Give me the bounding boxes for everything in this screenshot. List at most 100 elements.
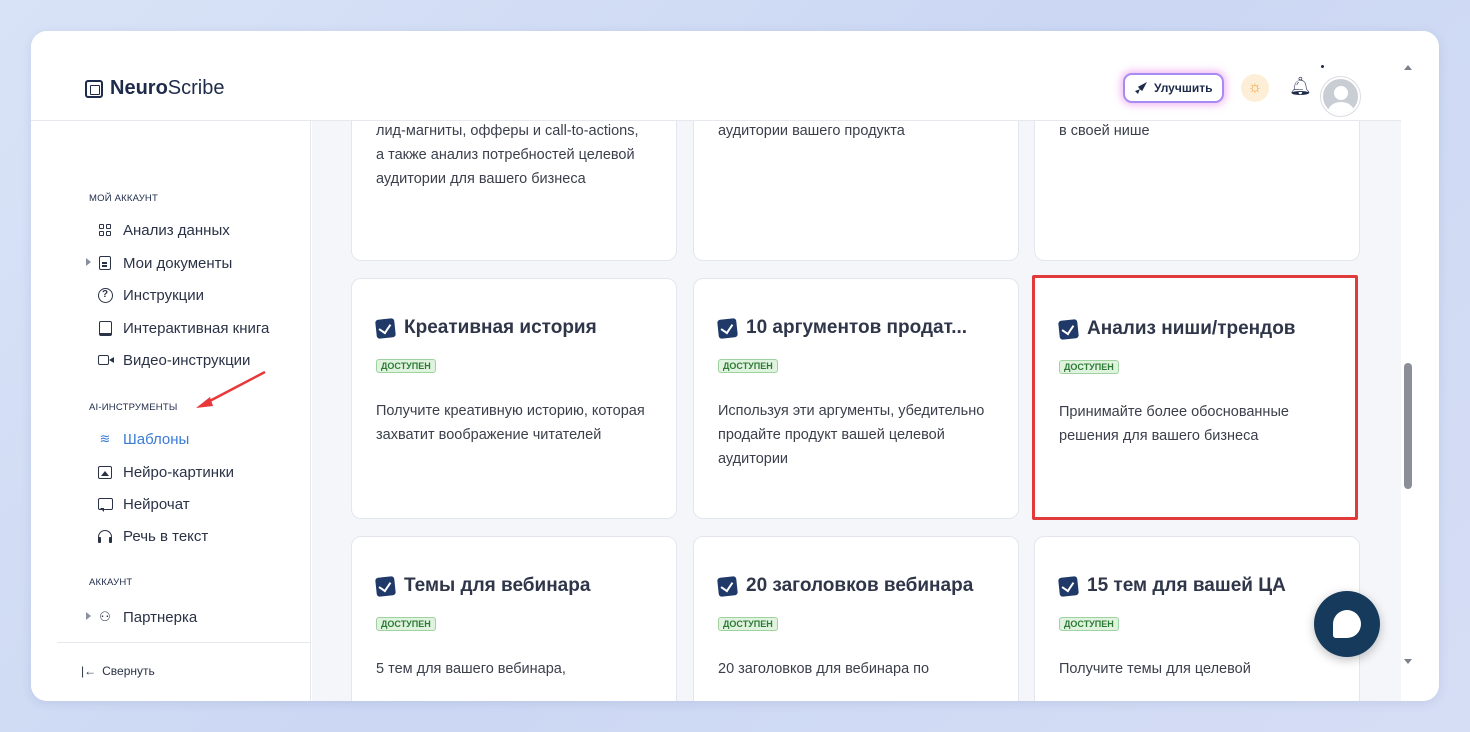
template-card[interactable]: 10 аргументов продат... ДОСТУПЕН Использ… [693,278,1019,519]
sidebar-divider [57,642,311,643]
card-description: 5 тем для вашего вебинара, [376,661,566,677]
card-title: 10 аргументов продат... [717,317,968,339]
sidebar-item-my-documents[interactable]: Мои документы [97,252,232,274]
sidebar-item-label: Речь в текст [123,527,209,545]
scroll-thumb[interactable] [1404,363,1412,489]
scroll-up-arrow-icon[interactable] [1404,65,1412,70]
layers-icon: ≋ [99,431,111,446]
card-title-text: 20 заголовков вебинара [746,575,974,596]
headset-icon [97,528,113,544]
sidebar-item-label: Инструкции [123,286,205,304]
grid-icon [97,222,113,238]
logo-icon [85,79,103,98]
image-icon [97,464,113,480]
status-badge: ДОСТУПЕН [376,617,436,631]
card-description: Получите темы для целевой [1059,661,1251,677]
card-description: в своей нише [1059,123,1150,139]
rocket-icon [1135,82,1147,94]
card-title-text: Темы для вебинара [404,575,591,596]
sidebar-item-neurochat[interactable]: Нейрочат [97,493,190,515]
sidebar-item-neuro-images[interactable]: Нейро-картинки [97,461,234,483]
sidebar-item-label: Видео-инструкции [123,351,251,369]
chat-icon [97,496,113,512]
section-title-account: АККАУНТ [89,577,133,588]
top-header: NeuroScribe Улучшить ☼ 🔔︎ [31,31,1401,121]
sun-icon: ☼ [1247,79,1263,96]
notification-dot [1321,65,1324,68]
card-description: 20 заголовков для вебинара по [718,661,930,677]
logo-bold: Neuro [110,77,168,99]
sidebar-item-partner[interactable]: ⚇ Партнерка [97,606,197,628]
sidebar-item-label: Нейро-картинки [123,463,234,481]
template-card[interactable]: лид-магниты, офферы и call-to-actions, а… [351,121,677,261]
logo[interactable]: NeuroScribe [85,77,225,100]
template-card[interactable]: Темы для вебинара ДОСТУПЕН 5 тем для ваш… [351,536,677,701]
status-badge: ДОСТУПЕН [718,359,778,373]
chat-widget-button[interactable] [1314,591,1380,657]
status-badge: ДОСТУПЕН [718,617,778,631]
card-title: Темы для вебинара [375,575,591,597]
caret-right-icon[interactable] [86,612,91,620]
collapse-arrow-icon: |← [81,664,97,678]
section-title-my-account: МОЙ АККАУНТ [89,193,158,204]
bell-icon[interactable]: 🔔︎ [1289,75,1312,97]
sidebar-item-label: Мои документы [123,254,233,272]
card-title-text: 10 аргументов продат... [746,317,968,338]
caret-right-icon[interactable] [86,258,91,266]
sidebar-item-data-analysis[interactable]: Анализ данных [97,219,230,241]
template-card[interactable]: 15 тем для вашей ЦА ДОСТУПЕН Получите те… [1034,536,1360,701]
checkbox-icon [717,317,738,339]
template-card-highlighted[interactable]: Анализ ниши/трендов ДОСТУПЕН Принимайте … [1032,275,1358,520]
checkbox-icon [1058,575,1079,597]
sidebar-item-label: Анализ данных [123,221,230,239]
template-card[interactable]: аудитории вашего продукта [693,121,1019,261]
sidebar-item-interactive-book[interactable]: Интерактивная книга [97,317,269,339]
card-description: Используя эти аргументы, убедительно про… [718,403,985,467]
checkbox-icon [375,575,396,597]
upgrade-label: Улучшить [1154,81,1213,95]
sidebar-item-templates[interactable]: ≋ Шаблоны [97,428,190,450]
card-title-text: 15 тем для вашей ЦА [1087,575,1286,596]
upgrade-button[interactable]: Улучшить [1123,73,1225,103]
users-icon: ⚇ [99,609,111,624]
checkbox-icon [375,317,396,339]
status-badge: ДОСТУПЕН [1059,617,1119,631]
sidebar-item-video-instructions[interactable]: Видео-инструкции [97,349,250,371]
collapse-button[interactable]: |← Свернуть [81,664,155,678]
checkbox-icon [717,575,738,597]
templates-grid: лид-магниты, офферы и call-to-actions, а… [312,121,1401,701]
checkbox-icon [1058,318,1079,340]
card-description: лид-магниты, офферы и call-to-actions, а… [376,123,639,187]
card-title: Анализ ниши/трендов [1058,318,1296,340]
sidebar-item-label: Шаблоны [123,430,190,448]
card-description: Принимайте более обоснованные решения дл… [1059,404,1289,444]
section-title-ai-tools: AI-ИНСТРУМЕНТЫ [89,402,178,413]
sidebar-item-instructions[interactable]: ? Инструкции [97,284,204,306]
template-card[interactable]: Креативная история ДОСТУПЕН Получите кре… [351,278,677,519]
avatar[interactable] [1321,77,1360,116]
card-description: аудитории вашего продукта [718,123,905,139]
scroll-down-arrow-icon[interactable] [1404,659,1412,664]
book-icon [97,320,113,336]
template-card[interactable]: 20 заголовков вебинара ДОСТУПЕН 20 загол… [693,536,1019,701]
sidebar-item-speech-to-text[interactable]: Речь в текст [97,525,208,547]
help-icon: ? [97,287,113,303]
card-title: 20 заголовков вебинара [717,575,974,597]
logo-light: Scribe [167,77,225,99]
sidebar-item-label: Нейрочат [123,495,190,513]
theme-toggle-button[interactable]: ☼ [1241,74,1269,102]
collapse-label: Свернуть [102,664,155,678]
card-title: 15 тем для вашей ЦА [1058,575,1286,597]
sidebar-item-label: Партнерка [123,608,198,626]
video-icon [97,352,114,368]
card-title-text: Анализ ниши/трендов [1087,318,1296,339]
card-title-text: Креативная история [404,317,597,338]
app-window: NeuroScribe Улучшить ☼ 🔔︎ МОЙ АККАУНТ Ан… [31,31,1439,701]
sidebar-item-label: Интерактивная книга [123,319,270,337]
card-title: Креативная история [375,317,597,339]
status-badge: ДОСТУПЕН [376,359,436,373]
document-icon [97,255,113,271]
sidebar: МОЙ АККАУНТ Анализ данных Мои документы … [31,121,311,701]
status-badge: ДОСТУПЕН [1059,360,1119,374]
template-card[interactable]: в своей нише [1034,121,1360,261]
